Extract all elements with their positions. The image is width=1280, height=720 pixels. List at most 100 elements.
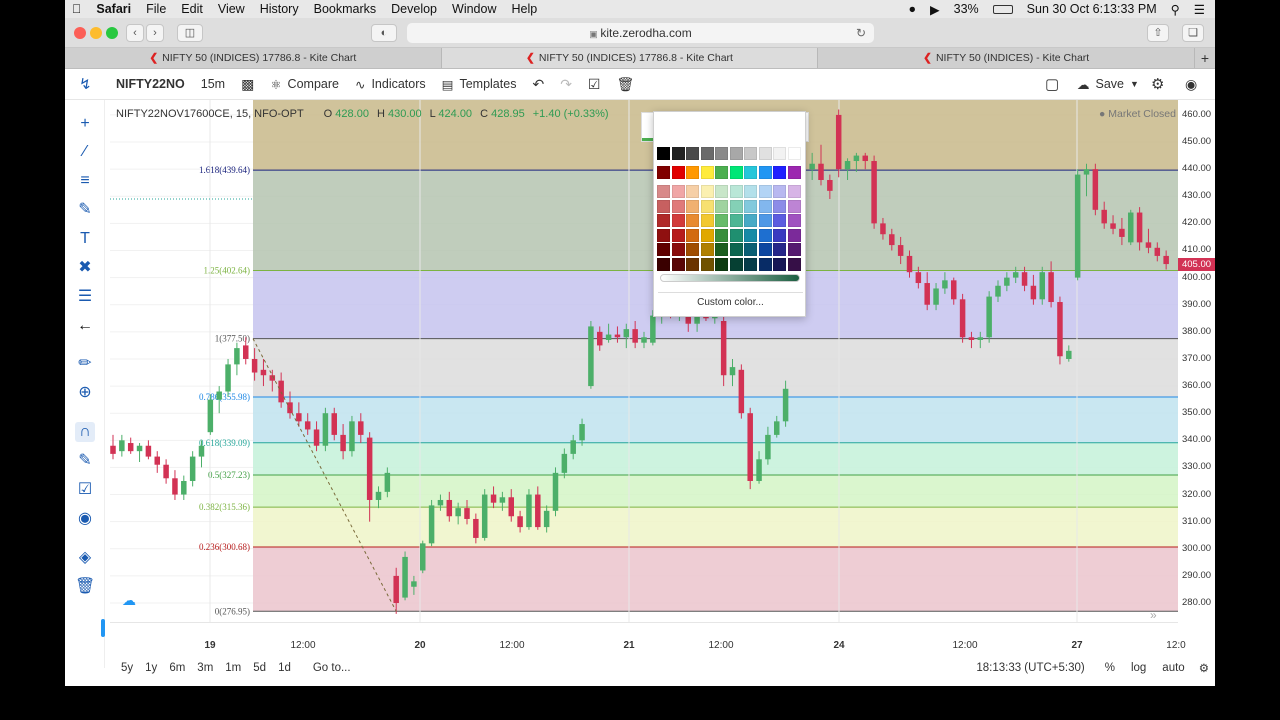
color-swatch[interactable] [758, 243, 772, 256]
interval-selector[interactable]: 15m [201, 77, 225, 91]
browser-tab-2[interactable]: ❮ NIFTY 50 (INDICES) 17786.8 - Kite Chart [441, 48, 819, 68]
color-swatch[interactable] [671, 214, 685, 227]
color-swatch[interactable] [787, 243, 801, 256]
battery-percent[interactable]: 33% [954, 2, 979, 16]
color-swatch[interactable] [657, 214, 670, 227]
menu-file[interactable]: File [146, 2, 166, 16]
app-menu[interactable]: Safari [96, 2, 131, 16]
notification-center-icon[interactable]: ☰ [1194, 2, 1205, 17]
settings-small-icon[interactable]: ⚙ [1199, 661, 1209, 675]
color-swatch[interactable] [729, 147, 743, 160]
color-swatch[interactable] [758, 185, 772, 198]
price-chart-svg[interactable]: 1.618(439.64)1.25(402.64)1(377.50)0.786(… [110, 100, 1178, 622]
menu-history[interactable]: History [260, 2, 299, 16]
log-toggle[interactable]: log [1131, 662, 1146, 674]
color-swatch[interactable] [686, 166, 699, 179]
fullscreen-icon[interactable]: ▢ [1045, 75, 1059, 93]
apple-menu-icon[interactable]:  [72, 2, 81, 16]
menu-view[interactable]: View [218, 2, 245, 16]
color-swatch[interactable] [773, 199, 786, 213]
opacity-slider[interactable] [660, 274, 800, 282]
percent-toggle[interactable]: % [1105, 662, 1115, 674]
range-1m[interactable]: 1m [225, 662, 241, 674]
redo-icon[interactable]: ↷ [560, 76, 572, 93]
color-swatch[interactable] [787, 147, 801, 160]
prediction-tool-icon[interactable]: ☰ [75, 287, 95, 307]
wifi-icon[interactable]: ● [908, 2, 916, 16]
color-swatch[interactable] [787, 257, 801, 271]
color-swatch[interactable] [729, 166, 743, 179]
range-1y[interactable]: 1y [145, 662, 157, 674]
color-swatch[interactable] [715, 214, 728, 227]
color-swatch[interactable] [671, 199, 685, 213]
crosshair-icon[interactable]: + [75, 114, 95, 134]
tab-overview-icon[interactable]: ❏ [1182, 24, 1204, 42]
color-swatch[interactable] [773, 147, 786, 160]
color-swatch[interactable] [686, 199, 699, 213]
brush-icon[interactable]: ✎ [75, 200, 95, 220]
color-swatch[interactable] [715, 257, 728, 271]
color-swatch[interactable] [787, 166, 801, 179]
color-swatch[interactable] [787, 214, 801, 227]
range-1d[interactable]: 1d [278, 662, 291, 674]
color-swatch[interactable] [744, 147, 757, 160]
camera-icon[interactable]: ◉ [1185, 76, 1197, 93]
color-swatch[interactable] [758, 147, 772, 160]
range-5d[interactable]: 5d [253, 662, 266, 674]
color-swatch[interactable] [686, 185, 699, 198]
color-swatch[interactable] [787, 199, 801, 213]
address-bar[interactable]: ▣ kite.zerodha.com ↻ [407, 23, 874, 43]
fib-retracement-icon[interactable]: ≡ [75, 171, 95, 191]
goto-button[interactable]: Go to... [313, 662, 351, 674]
color-swatch[interactable] [700, 199, 714, 213]
remove-drawings-icon[interactable]: 🗑 [75, 577, 95, 597]
lock-drawings-icon[interactable]: ☑ [75, 480, 95, 500]
undo-icon[interactable]: ↶ [532, 76, 544, 93]
sidebar-toggle-icon[interactable]: ◫ [177, 24, 203, 42]
menu-help[interactable]: Help [511, 2, 537, 16]
color-swatch[interactable] [758, 214, 772, 227]
color-swatch[interactable] [773, 185, 786, 198]
zoom-in-icon[interactable]: ⊕ [75, 383, 95, 403]
color-swatch[interactable] [700, 147, 714, 160]
color-swatch[interactable] [744, 243, 757, 256]
custom-color-button[interactable]: Custom color... [658, 292, 803, 312]
color-swatch[interactable] [700, 257, 714, 271]
color-swatch[interactable] [686, 228, 699, 242]
eye-icon[interactable]: ◉ [75, 509, 95, 529]
layers-icon[interactable]: ◈ [75, 548, 95, 568]
color-swatch[interactable] [744, 166, 757, 179]
checkbox-icon[interactable]: ☑ [588, 76, 601, 93]
back-arrow-icon[interactable]: ← [75, 316, 95, 336]
ruler-icon[interactable]: ✏ [75, 354, 95, 374]
compare-button[interactable]: ⚛ Compare [270, 77, 339, 92]
volume-icon[interactable]: ▶ [930, 2, 940, 17]
color-swatch[interactable] [700, 228, 714, 242]
color-swatch[interactable] [671, 228, 685, 242]
reload-icon[interactable]: ↻ [856, 23, 866, 43]
range-5y[interactable]: 5y [121, 662, 133, 674]
color-swatch[interactable] [729, 228, 743, 242]
symbol-selector[interactable]: NIFTY22NO [116, 77, 185, 91]
templates-button[interactable]: ▤ Templates [442, 77, 517, 92]
chart-canvas[interactable]: 1.618(439.64) 1.25(402.64) 1(377.50) 0.786(… [110, 100, 1178, 622]
browser-tab-1[interactable]: ❮ NIFTY 50 (INDICES) 17786.8 - Kite Chart [65, 48, 442, 68]
color-swatch[interactable] [657, 243, 670, 256]
color-swatch[interactable] [686, 147, 699, 160]
color-swatch[interactable] [744, 199, 757, 213]
color-swatch[interactable] [758, 257, 772, 271]
color-swatch[interactable] [715, 199, 728, 213]
color-swatch[interactable] [657, 199, 670, 213]
color-swatch[interactable] [671, 166, 685, 179]
menu-develop[interactable]: Develop [391, 2, 437, 16]
color-swatch[interactable] [671, 147, 685, 160]
trend-line-icon[interactable]: ∕ [75, 142, 95, 162]
color-swatch[interactable] [773, 243, 786, 256]
color-swatch[interactable] [671, 257, 685, 271]
color-swatch[interactable] [729, 257, 743, 271]
color-swatch[interactable] [758, 199, 772, 213]
menu-edit[interactable]: Edit [181, 2, 203, 16]
color-swatch[interactable] [729, 199, 743, 213]
settings-gear-icon[interactable]: ⚙ [1151, 75, 1164, 93]
color-swatch[interactable] [715, 147, 728, 160]
